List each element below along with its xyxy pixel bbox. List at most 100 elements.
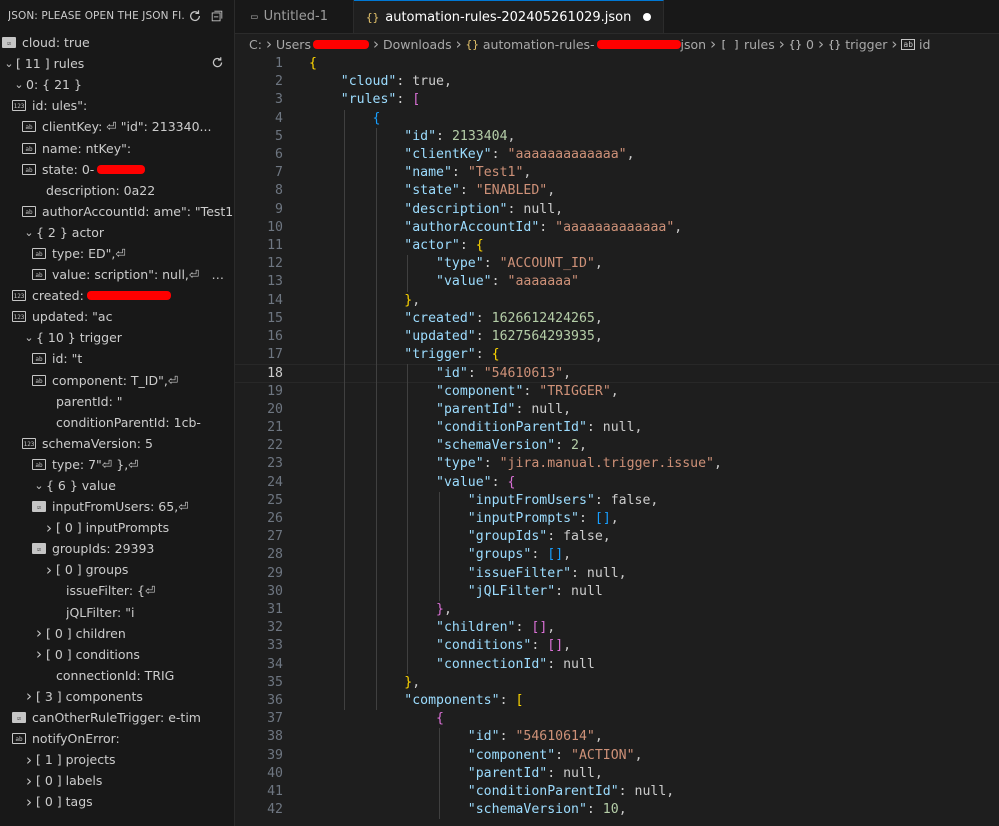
code-line[interactable]: 24 "value": {: [235, 474, 999, 492]
tree-row[interactable]: ›[ 0 ] tags: [0, 791, 234, 812]
tree-row[interactable]: ab id: "t: [0, 348, 234, 369]
chevron-down-icon[interactable]: ⌄: [22, 226, 36, 239]
breadcrumb-item[interactable]: Users: [276, 37, 369, 52]
tab-json-file[interactable]: {} automation-rules-202405261029.json: [354, 0, 665, 33]
tree-row[interactable]: ab notifyOnError:: [0, 728, 234, 749]
tree-row[interactable]: conditionParentId: 1cb-: [0, 412, 234, 433]
tree-row[interactable]: issueFilter: {⏎: [0, 580, 234, 601]
code-line[interactable]: 38 "id": "54610614",: [235, 728, 999, 746]
chevron-right-icon[interactable]: ›: [22, 772, 36, 790]
code-line[interactable]: 15 "created": 1626612424265,: [235, 310, 999, 328]
code-line[interactable]: 28 "groups": [],: [235, 546, 999, 564]
tree-row[interactable]: ⌄{ 6 } value: [0, 475, 234, 496]
code-line[interactable]: 36 "components": [: [235, 692, 999, 710]
tree-row[interactable]: 123 updated: "ac: [0, 306, 234, 327]
breadcrumb-item[interactable]: Downloads: [383, 37, 452, 52]
tree-row[interactable]: description: 0a22: [0, 180, 234, 201]
unsaved-dot-icon[interactable]: [643, 13, 652, 21]
tree-row[interactable]: ab component: T_ID",⏎: [0, 370, 234, 391]
breadcrumb-item[interactable]: {} 0: [789, 37, 814, 52]
tree-row[interactable]: ›[ 3 ] components: [0, 686, 234, 707]
breadcrumb-item[interactable]: [ ] rules: [720, 37, 775, 52]
tab-untitled[interactable]: ▭ Untitled-1: [235, 0, 354, 33]
code-line[interactable]: 10 "authorAccountId": "aaaaaaaaaaaaa",: [235, 219, 999, 237]
code-line[interactable]: 18 "id": "54610613",: [235, 364, 999, 383]
tree-row[interactable]: ⌄[ 11 ] rules: [0, 53, 234, 74]
chevron-right-icon[interactable]: ›: [42, 561, 56, 579]
code-line[interactable]: 41 "conditionParentId": null,: [235, 783, 999, 801]
tree-row[interactable]: ab type: 7"⏎ },⏎: [0, 454, 234, 475]
tree-row[interactable]: ›[ 1 ] projects: [0, 749, 234, 770]
tree-row[interactable]: ›[ 0 ] inputPrompts: [0, 517, 234, 538]
code-line[interactable]: 32 "children": [],: [235, 619, 999, 637]
refresh-icon[interactable]: [184, 5, 206, 27]
tree-row[interactable]: 123 schemaVersion: 5: [0, 433, 234, 454]
code-line[interactable]: 4 {: [235, 110, 999, 128]
code-line[interactable]: 8 "state": "ENABLED",: [235, 182, 999, 200]
breadcrumb-item[interactable]: C:: [249, 37, 262, 52]
code-line[interactable]: 27 "groupIds": false,: [235, 528, 999, 546]
code-line[interactable]: 40 "parentId": null,: [235, 765, 999, 783]
code-line[interactable]: 29 "issueFilter": null,: [235, 565, 999, 583]
code-line[interactable]: 39 "component": "ACTION",: [235, 747, 999, 765]
code-line[interactable]: 37 {: [235, 710, 999, 728]
code-line[interactable]: 12 "type": "ACCOUNT_ID",: [235, 255, 999, 273]
chevron-down-icon[interactable]: ⌄: [32, 479, 46, 492]
tree-row[interactable]: connectionId: TRIG: [0, 665, 234, 686]
code-line[interactable]: 7 "name": "Test1",: [235, 164, 999, 182]
tree-row[interactable]: ☑ canOtherRuleTrigger: e-tim: [0, 707, 234, 728]
breadcrumb-item[interactable]: ab id: [901, 37, 930, 52]
code-line[interactable]: 42 "schemaVersion": 10,: [235, 801, 999, 819]
code-line[interactable]: 3 "rules": [: [235, 91, 999, 109]
code-line[interactable]: 19 "component": "TRIGGER",: [235, 383, 999, 401]
tree-row[interactable]: ›[ 0 ] labels: [0, 770, 234, 791]
chevron-right-icon[interactable]: ›: [22, 751, 36, 769]
tree-row[interactable]: ab state: 0-: [0, 159, 234, 180]
tree-row[interactable]: ab clientKey: ⏎ "id": 213340...: [0, 116, 234, 137]
tree-row[interactable]: ☑ groupIds: 29393: [0, 538, 234, 559]
tree-row[interactable]: parentId: ": [0, 391, 234, 412]
code-line[interactable]: 33 "conditions": [],: [235, 637, 999, 655]
code-line[interactable]: 21 "conditionParentId": null,: [235, 419, 999, 437]
code-line[interactable]: 26 "inputPrompts": [],: [235, 510, 999, 528]
tree-row[interactable]: 123 created:: [0, 285, 234, 306]
code-line[interactable]: 34 "connectionId": null: [235, 656, 999, 674]
code-line[interactable]: 16 "updated": 1627564293935,: [235, 328, 999, 346]
chevron-right-icon[interactable]: ›: [32, 624, 46, 642]
refresh-icon[interactable]: [211, 56, 224, 72]
chevron-down-icon[interactable]: ⌄: [2, 57, 16, 70]
breadcrumb-item[interactable]: {} trigger: [828, 37, 887, 52]
chevron-right-icon[interactable]: ›: [22, 793, 36, 811]
tree-row[interactable]: ab value: scription": null,⏎…: [0, 264, 234, 285]
chevron-down-icon[interactable]: ⌄: [22, 331, 36, 344]
code-line[interactable]: 35 },: [235, 674, 999, 692]
tree-row[interactable]: ab authorAccountId: ame": "Test1",...: [0, 201, 234, 222]
code-line[interactable]: 11 "actor": {: [235, 237, 999, 255]
code-line[interactable]: 25 "inputFromUsers": false,: [235, 492, 999, 510]
code-line[interactable]: 1{: [235, 55, 999, 73]
tree-row[interactable]: ›[ 0 ] groups: [0, 559, 234, 580]
tree-row[interactable]: ›[ 0 ] conditions: [0, 644, 234, 665]
code-line[interactable]: 17 "trigger": {: [235, 346, 999, 364]
tree-row[interactable]: ⌄ 0: { 21 }: [0, 74, 234, 95]
code-line[interactable]: 31 },: [235, 601, 999, 619]
breadcrumb-item[interactable]: {} automation-rules-json: [466, 37, 706, 52]
chevron-down-icon[interactable]: ⌄: [12, 78, 26, 91]
code-line[interactable]: 13 "value": "aaaaaaa": [235, 273, 999, 291]
chevron-right-icon[interactable]: ›: [42, 519, 56, 537]
tree-row[interactable]: ab name: ntKey":: [0, 137, 234, 158]
code-line[interactable]: 9 "description": null,: [235, 201, 999, 219]
chevron-right-icon[interactable]: ›: [32, 645, 46, 663]
tree-row[interactable]: ⌄{ 2 } actor: [0, 222, 234, 243]
tree-row[interactable]: ☑ inputFromUsers: 65,⏎: [0, 496, 234, 517]
code-editor[interactable]: 1{2 "cloud": true, 3 "rules": [4 {5 "id":…: [235, 53, 999, 826]
code-line[interactable]: 6 "clientKey": "aaaaaaaaaaaaa",: [235, 146, 999, 164]
code-line[interactable]: 22 "schemaVersion": 2,: [235, 437, 999, 455]
tree-row[interactable]: jQLFilter: "i: [0, 602, 234, 623]
tree-row[interactable]: ☑ cloud: true: [0, 32, 234, 53]
tree-row[interactable]: 123 id: ules":: [0, 95, 234, 116]
chevron-right-icon[interactable]: ›: [22, 687, 36, 705]
code-line[interactable]: 14 },: [235, 292, 999, 310]
tree-row[interactable]: ›[ 0 ] children: [0, 623, 234, 644]
code-line[interactable]: 5 "id": 2133404,: [235, 128, 999, 146]
